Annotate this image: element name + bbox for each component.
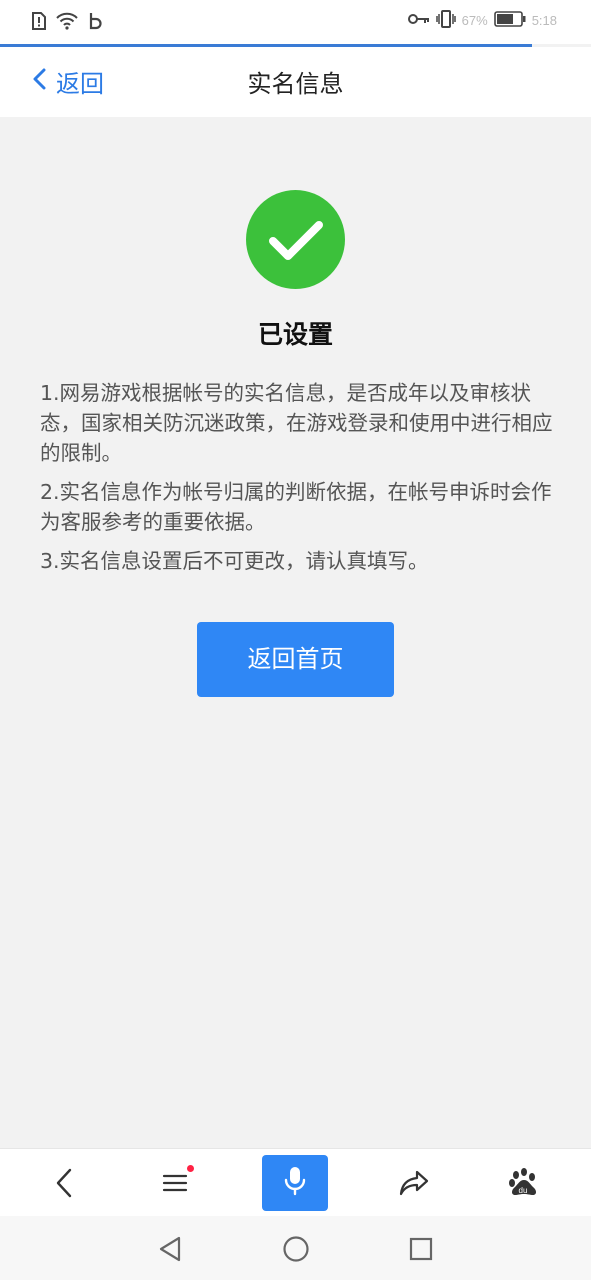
share-icon[interactable] bbox=[394, 1163, 434, 1203]
note-item: 1.网易游戏根据帐号的实名信息，是否成年以及审核状态，国家相关防沉迷政策，在游戏… bbox=[40, 381, 553, 465]
success-check-icon bbox=[246, 190, 345, 289]
system-nav-bar bbox=[0, 1216, 591, 1280]
mic-icon bbox=[283, 1165, 307, 1201]
nav-recents-icon[interactable] bbox=[406, 1234, 436, 1264]
return-home-button[interactable]: 返回首页 bbox=[197, 622, 394, 697]
wifi-icon bbox=[56, 12, 78, 34]
back-arrow-icon[interactable] bbox=[44, 1163, 84, 1203]
note-item: 3.实名信息设置后不可更改，请认真填写。 bbox=[40, 549, 429, 573]
alert-sim-icon bbox=[32, 12, 46, 34]
menu-icon[interactable] bbox=[156, 1163, 196, 1203]
svg-text:du: du bbox=[519, 1186, 528, 1195]
vibrate-icon bbox=[435, 10, 456, 31]
notification-dot bbox=[187, 1165, 194, 1172]
note-item: 2.实名信息作为帐号归属的判断依据，在帐号申诉时会作为客服参考的重要依据。 bbox=[40, 480, 552, 534]
baidu-paw-icon[interactable]: du bbox=[503, 1163, 543, 1203]
battery-percent: 67% bbox=[461, 13, 488, 28]
browser-toolbar: du bbox=[0, 1148, 591, 1216]
page-title: 实名信息 bbox=[247, 70, 344, 98]
notes-list: 1.网易游戏根据帐号的实名信息，是否成年以及审核状态，国家相关防沉迷政策，在游戏… bbox=[40, 378, 560, 585]
header: 返回 实名信息 bbox=[0, 47, 591, 117]
clock: 5:18 bbox=[531, 13, 557, 28]
status-bar: 67% 5:18 bbox=[0, 0, 591, 44]
b-app-icon bbox=[88, 12, 102, 34]
battery-icon bbox=[493, 11, 526, 30]
key-icon bbox=[407, 12, 430, 29]
nav-home-icon[interactable] bbox=[281, 1234, 311, 1264]
nav-back-icon[interactable] bbox=[155, 1234, 185, 1264]
status-text: 已设置 bbox=[257, 320, 333, 349]
voice-search-button[interactable] bbox=[262, 1155, 328, 1211]
